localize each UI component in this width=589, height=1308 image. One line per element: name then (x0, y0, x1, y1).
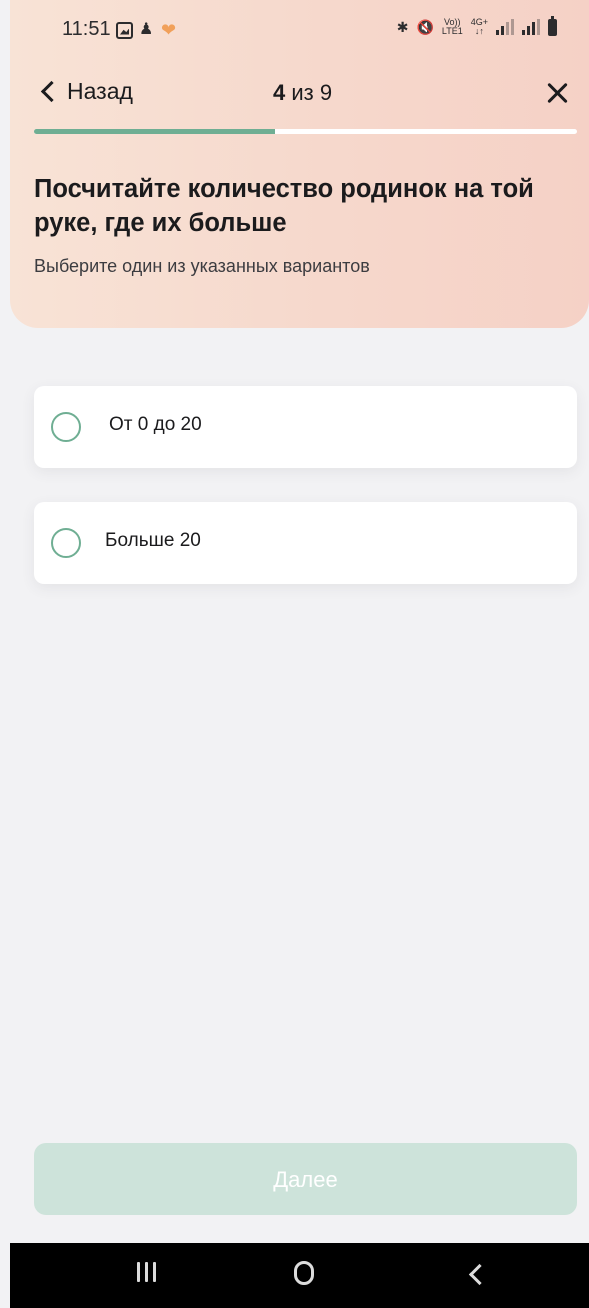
app-notification-icon: ♟ (139, 21, 154, 38)
radio-button-icon[interactable] (51, 528, 81, 558)
volte-label-bottom: LTE1 (441, 26, 463, 36)
progress-bar (34, 129, 577, 134)
chevron-left-icon (40, 80, 63, 103)
question-subtitle: Выберите один из указанных вариантов (34, 256, 370, 276)
heart-icon: ❤ (161, 20, 177, 40)
answer-option[interactable]: Больше 20 (34, 502, 577, 584)
radio-button-icon[interactable] (51, 412, 81, 442)
progress-rest: из 9 (285, 80, 333, 105)
progress-counter: 4 из 9 (273, 80, 332, 106)
top-nav: Назад 4 из 9 (0, 70, 589, 114)
notification-icons: ♟ ❤ (116, 19, 179, 41)
answer-option-label: От 0 до 20 (109, 414, 202, 435)
volte-icon: Vo)) LTE1 (442, 18, 463, 36)
recent-apps-icon[interactable] (137, 1262, 156, 1282)
close-icon[interactable] (540, 76, 574, 110)
system-back-icon[interactable] (468, 1263, 491, 1286)
back-button[interactable]: Назад (40, 78, 133, 105)
gallery-icon (116, 21, 133, 39)
back-label: Назад (67, 78, 133, 104)
battery-icon (548, 15, 557, 36)
progress-current: 4 (273, 80, 286, 105)
status-bar: 11:51 ♟ ❤ ✱ 🔇 Vo)) LTE1 4G+ ↓↑ (0, 0, 589, 62)
home-icon[interactable] (294, 1261, 314, 1285)
network-label-bottom: ↓↑ (474, 26, 484, 36)
system-status-icons: ✱ 🔇 Vo)) LTE1 4G+ ↓↑ (396, 15, 557, 36)
system-navigation-bar (10, 1243, 589, 1308)
mute-icon: 🔇 (416, 18, 434, 35)
progress-bar-fill (34, 129, 276, 134)
bluetooth-icon: ✱ (396, 18, 409, 35)
question-title: Посчитайте количество родинок на той рук… (34, 175, 534, 237)
signal-icon (522, 19, 540, 35)
answer-option[interactable]: От 0 до 20 (34, 386, 577, 468)
answer-option-label: Больше 20 (105, 530, 201, 551)
status-time: 11:51 (62, 18, 111, 40)
next-button[interactable]: Далее (34, 1143, 577, 1215)
signal-icon (496, 19, 514, 35)
network-4g-icon: 4G+ ↓↑ (471, 18, 488, 36)
